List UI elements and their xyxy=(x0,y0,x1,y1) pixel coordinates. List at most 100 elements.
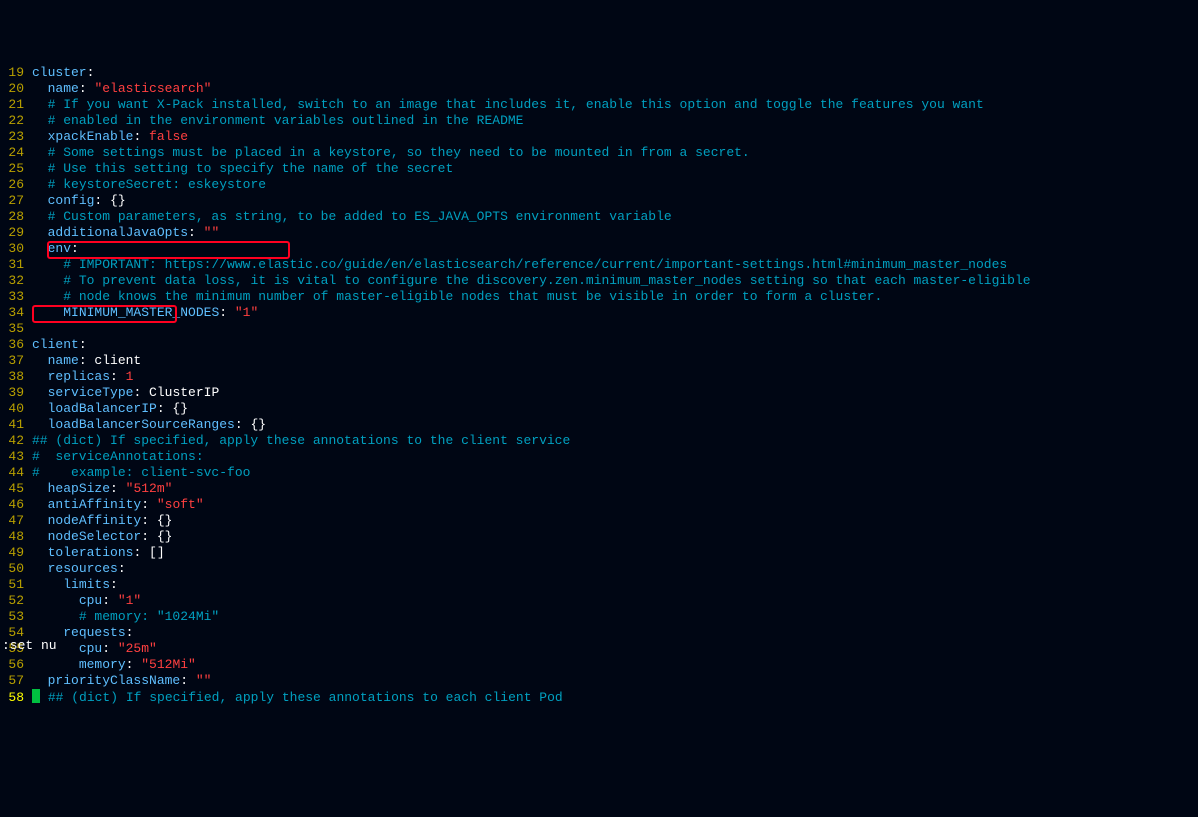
line-number: 27 xyxy=(0,193,24,209)
code-content: ## (dict) If specified, apply these anno… xyxy=(32,433,570,449)
code-line[interactable]: 53 # memory: "1024Mi" xyxy=(0,609,1198,625)
code-content: env: xyxy=(32,241,79,257)
code-content: ## (dict) If specified, apply these anno… xyxy=(32,689,563,706)
line-number: 37 xyxy=(0,353,24,369)
line-number: 45 xyxy=(0,481,24,497)
code-line[interactable]: 40 loadBalancerIP: {} xyxy=(0,401,1198,417)
code-content: # enabled in the environment variables o… xyxy=(32,113,524,129)
line-number: 29 xyxy=(0,225,24,241)
code-line[interactable]: 45 heapSize: "512m" xyxy=(0,481,1198,497)
code-line[interactable]: 51 limits: xyxy=(0,577,1198,593)
code-line[interactable]: 50 resources: xyxy=(0,561,1198,577)
code-line[interactable]: 19 cluster: xyxy=(0,65,1198,81)
line-number: 48 xyxy=(0,529,24,545)
code-line[interactable]: 23 xpackEnable: false xyxy=(0,129,1198,145)
line-number: 41 xyxy=(0,417,24,433)
line-number: 43 xyxy=(0,449,24,465)
code-content: xpackEnable: false xyxy=(32,129,188,145)
code-line[interactable]: 46 antiAffinity: "soft" xyxy=(0,497,1198,513)
code-line[interactable]: 57 priorityClassName: "" xyxy=(0,673,1198,689)
code-content: # example: client-svc-foo xyxy=(32,465,250,481)
code-content: heapSize: "512m" xyxy=(32,481,172,497)
code-line[interactable]: 41 loadBalancerSourceRanges: {} xyxy=(0,417,1198,433)
line-number: 46 xyxy=(0,497,24,513)
code-content: name: client xyxy=(32,353,141,369)
code-content: cluster: xyxy=(32,65,94,81)
code-content: # keystoreSecret: eskeystore xyxy=(32,177,266,193)
code-line[interactable]: 28 # Custom parameters, as string, to be… xyxy=(0,209,1198,225)
code-line[interactable]: 26 # keystoreSecret: eskeystore xyxy=(0,177,1198,193)
code-line[interactable]: 37 name: client xyxy=(0,353,1198,369)
code-content: # Some settings must be placed in a keys… xyxy=(32,145,750,161)
code-content: # serviceAnnotations: xyxy=(32,449,204,465)
line-number: 56 xyxy=(0,657,24,673)
code-line[interactable]: 38 replicas: 1 xyxy=(0,369,1198,385)
line-number: 36 xyxy=(0,337,24,353)
code-line[interactable]: 49 tolerations: [] xyxy=(0,545,1198,561)
code-line[interactable]: 35 xyxy=(0,321,1198,337)
status-line: :set nu xyxy=(0,638,57,654)
code-line[interactable]: 20 name: "elasticsearch" xyxy=(0,81,1198,97)
code-content: # To prevent data loss, it is vital to c… xyxy=(32,273,1031,289)
code-line[interactable]: 39 serviceType: ClusterIP xyxy=(0,385,1198,401)
line-number: 53 xyxy=(0,609,24,625)
code-content: priorityClassName: "" xyxy=(32,673,211,689)
code-line[interactable]: 58 ## (dict) If specified, apply these a… xyxy=(0,689,1198,705)
code-line[interactable]: 22 # enabled in the environment variable… xyxy=(0,113,1198,129)
code-content: # Custom parameters, as string, to be ad… xyxy=(32,209,672,225)
code-content: limits: xyxy=(32,577,118,593)
code-content: client: xyxy=(32,337,87,353)
code-line[interactable]: 21 # If you want X-Pack installed, switc… xyxy=(0,97,1198,113)
code-line[interactable]: 27 config: {} xyxy=(0,193,1198,209)
code-line[interactable]: 47 nodeAffinity: {} xyxy=(0,513,1198,529)
code-line[interactable]: 25 # Use this setting to specify the nam… xyxy=(0,161,1198,177)
code-line[interactable]: 42 ## (dict) If specified, apply these an… xyxy=(0,433,1198,449)
code-line[interactable]: 56 memory: "512Mi" xyxy=(0,657,1198,673)
line-number: 51 xyxy=(0,577,24,593)
code-content: additionalJavaOpts: "" xyxy=(32,225,219,241)
line-number: 30 xyxy=(0,241,24,257)
line-number: 33 xyxy=(0,289,24,305)
code-content: resources: xyxy=(32,561,126,577)
line-number: 50 xyxy=(0,561,24,577)
code-line[interactable]: 33 # node knows the minimum number of ma… xyxy=(0,289,1198,305)
code-content: nodeSelector: {} xyxy=(32,529,172,545)
line-number: 31 xyxy=(0,257,24,273)
code-content: replicas: 1 xyxy=(32,369,133,385)
code-content: cpu: "1" xyxy=(32,593,141,609)
line-number: 32 xyxy=(0,273,24,289)
code-line[interactable]: 55 cpu: "25m" xyxy=(0,641,1198,657)
code-editor[interactable]: 19 cluster:20 name: "elasticsearch"21 # I… xyxy=(0,64,1198,705)
line-number: 47 xyxy=(0,513,24,529)
code-content: config: {} xyxy=(32,193,126,209)
code-line[interactable]: 24 # Some settings must be placed in a k… xyxy=(0,145,1198,161)
code-line[interactable]: 54 requests: xyxy=(0,625,1198,641)
line-number: 24 xyxy=(0,145,24,161)
code-line[interactable]: 31 # IMPORTANT: https://www.elastic.co/g… xyxy=(0,257,1198,273)
code-content: serviceType: ClusterIP xyxy=(32,385,219,401)
code-line[interactable]: 43 # serviceAnnotations: xyxy=(0,449,1198,465)
code-line[interactable]: 29 additionalJavaOpts: "" xyxy=(0,225,1198,241)
line-number: 35 xyxy=(0,321,24,337)
code-content: nodeAffinity: {} xyxy=(32,513,172,529)
code-content: # memory: "1024Mi" xyxy=(32,609,219,625)
line-number: 34 xyxy=(0,305,24,321)
code-line[interactable]: 32 # To prevent data loss, it is vital t… xyxy=(0,273,1198,289)
code-line[interactable]: 52 cpu: "1" xyxy=(0,593,1198,609)
code-line[interactable]: 36 client: xyxy=(0,337,1198,353)
code-line[interactable]: 48 nodeSelector: {} xyxy=(0,529,1198,545)
line-number: 19 xyxy=(0,65,24,81)
code-content: # node knows the minimum number of maste… xyxy=(32,289,882,305)
code-content: name: "elasticsearch" xyxy=(32,81,211,97)
line-number: 22 xyxy=(0,113,24,129)
code-line[interactable]: 30 env: xyxy=(0,241,1198,257)
line-number: 57 xyxy=(0,673,24,689)
line-number: 42 xyxy=(0,433,24,449)
code-content: loadBalancerSourceRanges: {} xyxy=(32,417,266,433)
code-line[interactable]: 34 MINIMUM_MASTER_NODES: "1" xyxy=(0,305,1198,321)
code-content: MINIMUM_MASTER_NODES: "1" xyxy=(32,305,258,321)
code-line[interactable]: 44# example: client-svc-foo xyxy=(0,465,1198,481)
cursor xyxy=(32,689,40,703)
line-number: 26 xyxy=(0,177,24,193)
line-number: 52 xyxy=(0,593,24,609)
